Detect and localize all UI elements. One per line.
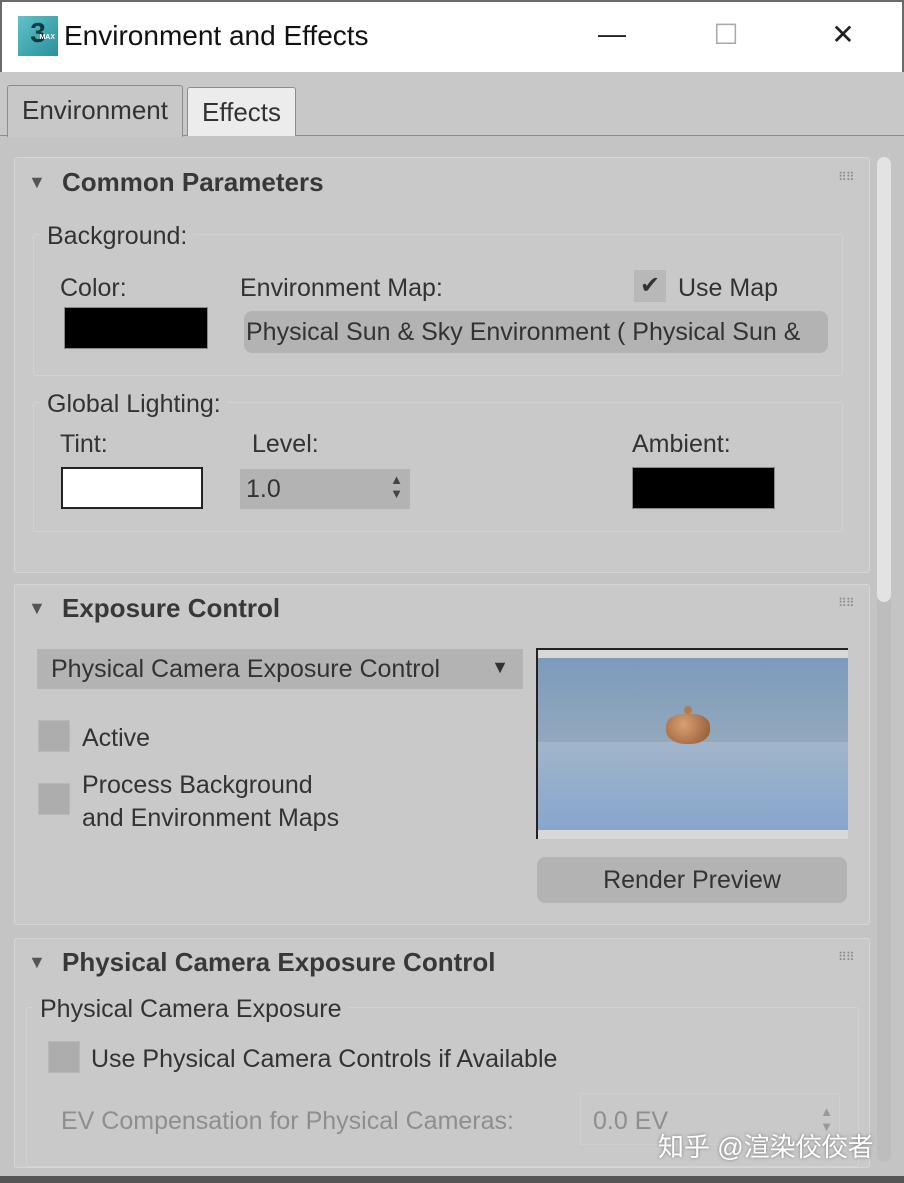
dropdown-arrow-icon: ▼ [491, 657, 509, 677]
tab-environment[interactable]: Environment [7, 85, 183, 137]
active-label: Active [82, 724, 151, 752]
window-title: Environment and Effects [64, 20, 369, 51]
color-label: Color: [60, 274, 127, 302]
process-background-label: Process Background [82, 771, 313, 799]
window-bottom-border [0, 1176, 904, 1183]
drag-grip-icon[interactable]: ⠿⠿ [838, 951, 855, 963]
3ds-max-app-icon: 3 MAX [18, 16, 58, 56]
teapot-lid [684, 706, 692, 714]
group-label: Physical Camera Exposure [33, 995, 349, 1024]
rollout-title[interactable]: Common Parameters [62, 167, 324, 198]
exposure-type-dropdown[interactable]: Physical Camera Exposure Control ▼ [37, 649, 523, 689]
process-background-label-2: and Environment Maps [82, 804, 340, 832]
rollout-title[interactable]: Exposure Control [62, 593, 280, 624]
use-physical-camera-controls-label: Use Physical Camera Controls if Availabl… [91, 1045, 558, 1073]
global-lighting-label: Global Lighting: [40, 390, 228, 419]
level-value: 1.0 [246, 475, 281, 503]
ev-value: 0.0 EV [593, 1107, 669, 1135]
tab-effects[interactable]: Effects [187, 87, 297, 136]
ground-plane [538, 742, 848, 830]
drag-grip-icon[interactable]: ⠿⠿ [838, 171, 855, 183]
background-group [33, 234, 843, 376]
minimize-button[interactable]: — [592, 18, 632, 50]
ambient-color-swatch[interactable] [632, 467, 775, 509]
teapot-icon [666, 714, 710, 744]
environment-map-button[interactable]: Physical Sun & Sky Environment ( Physica… [244, 311, 828, 353]
watermark: 知乎 @渲染佼佼者 [658, 1132, 874, 1162]
scrollbar-thumb[interactable] [877, 157, 891, 602]
dropdown-value: Physical Camera Exposure Control [51, 655, 441, 683]
use-physical-camera-controls-checkbox[interactable] [48, 1041, 80, 1073]
collapse-triangle-icon[interactable]: ▼ [28, 598, 46, 619]
level-spinner[interactable]: 1.0 ▲ ▼ [240, 469, 410, 509]
maximize-button[interactable]: ☐ [706, 18, 746, 51]
rollout-title[interactable]: Physical Camera Exposure Control [62, 947, 495, 978]
tint-color-swatch[interactable] [61, 467, 203, 509]
ev-compensation-label: EV Compensation for Physical Cameras: [61, 1107, 514, 1135]
tint-label: Tint: [60, 430, 108, 458]
render-preview-button[interactable]: Render Preview [537, 857, 847, 903]
drag-grip-icon[interactable]: ⠿⠿ [838, 597, 855, 609]
collapse-triangle-icon[interactable]: ▼ [28, 172, 46, 193]
use-map-label: Use Map [678, 274, 779, 302]
process-background-checkbox[interactable] [38, 783, 70, 815]
level-label: Level: [252, 430, 319, 458]
background-color-swatch[interactable] [64, 307, 208, 349]
environment-map-label: Environment Map: [240, 274, 443, 302]
collapse-triangle-icon[interactable]: ▼ [28, 952, 46, 973]
exposure-preview-image [536, 648, 848, 839]
app-icon-sub: MAX [39, 34, 55, 41]
close-button[interactable]: ✕ [823, 18, 863, 51]
active-checkbox[interactable] [38, 720, 70, 752]
spinner-arrows-icon[interactable]: ▲ ▼ [390, 473, 403, 501]
use-map-checkbox[interactable]: ✔ [634, 270, 666, 302]
ambient-label: Ambient: [632, 430, 731, 458]
background-label: Background: [40, 222, 195, 251]
